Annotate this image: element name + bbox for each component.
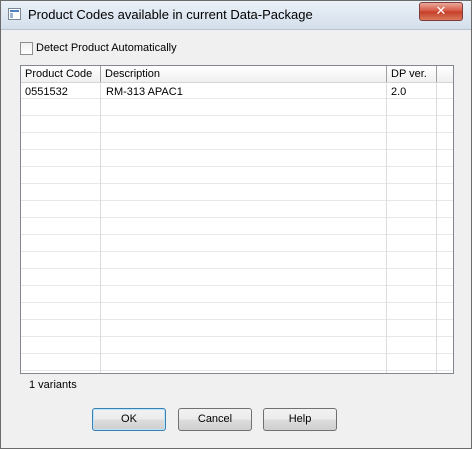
title-bar[interactable]: Product Codes available in current Data-… <box>1 1 471 30</box>
column-header-dp-version[interactable]: DP ver. <box>387 66 437 82</box>
cancel-button[interactable]: Cancel <box>178 408 252 431</box>
variants-count: 1 variants <box>29 379 77 391</box>
detect-product-checkbox[interactable] <box>20 42 33 55</box>
column-divider <box>436 66 437 373</box>
column-header-description[interactable]: Description <box>101 66 387 82</box>
column-header-product-code[interactable]: Product Code <box>21 66 101 82</box>
column-divider <box>100 66 101 373</box>
cell-description: RM-313 APAC1 <box>106 86 183 98</box>
help-button[interactable]: Help <box>263 408 337 431</box>
ok-button[interactable]: OK <box>92 408 166 431</box>
detect-product-label[interactable]: Detect Product Automatically <box>36 42 177 54</box>
column-divider <box>386 66 387 373</box>
table-row-lines <box>21 82 453 373</box>
product-codes-table[interactable]: Product Code Description DP ver. 0551532… <box>20 65 454 374</box>
window-title: Product Codes available in current Data-… <box>28 7 313 22</box>
dialog-window: Product Codes available in current Data-… <box>0 0 472 449</box>
close-button[interactable]: ✕ <box>419 2 463 21</box>
close-icon: ✕ <box>435 4 447 19</box>
cell-dp-version: 2.0 <box>391 86 407 98</box>
table-header: Product Code Description DP ver. <box>21 66 453 83</box>
app-icon <box>8 8 21 20</box>
cell-product-code: 0551532 <box>25 86 68 98</box>
